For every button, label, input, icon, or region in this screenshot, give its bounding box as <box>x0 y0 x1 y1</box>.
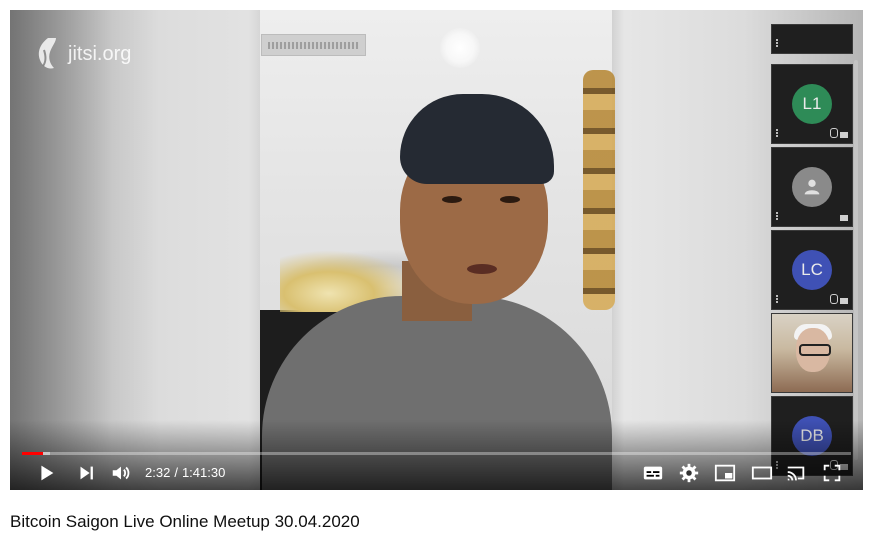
cast-icon <box>787 466 805 481</box>
subtitles-icon <box>643 466 663 480</box>
miniplayer-icon <box>714 464 736 482</box>
speaker-mouth <box>467 264 497 274</box>
participant-tile[interactable] <box>771 147 853 227</box>
video-player[interactable]: jitsi.org L1 LC 2:32 / 1:41:30 <box>10 10 863 490</box>
progress-fill <box>22 452 44 455</box>
theater-mode-button[interactable] <box>750 462 774 484</box>
participant-tile[interactable]: L1 <box>771 64 853 144</box>
play-icon <box>41 465 54 481</box>
settings-icon <box>679 463 699 483</box>
camera-off-icon <box>840 132 848 138</box>
tile-menu-icon[interactable] <box>776 39 778 47</box>
tile-menu-icon[interactable] <box>776 212 778 220</box>
jitsi-logo-icon <box>38 38 56 69</box>
volume-button[interactable] <box>109 462 133 484</box>
avatar: L1 <box>792 84 832 124</box>
air-vent <box>261 34 366 56</box>
speaker-eye-left <box>442 196 462 203</box>
tile-menu-icon[interactable] <box>776 295 778 303</box>
filmstrip-scrollbar[interactable] <box>854 60 858 460</box>
speaker-eye-right <box>500 196 520 203</box>
avatar: LC <box>792 250 832 290</box>
participant-tile[interactable]: LC <box>771 230 853 310</box>
miniplayer-button[interactable] <box>713 462 737 484</box>
current-time: 2:32 <box>145 465 171 480</box>
fullscreen-button[interactable] <box>821 462 843 484</box>
speaker-cap <box>400 94 554 184</box>
participant-glasses <box>799 344 831 356</box>
time-display: 2:32 / 1:41:30 <box>145 465 225 480</box>
jitsi-watermark: jitsi.org <box>34 36 131 72</box>
participant-tile-video[interactable] <box>771 313 853 393</box>
progress-bar[interactable] <box>22 452 851 455</box>
fullscreen-icon <box>823 464 841 482</box>
volume-icon <box>112 466 130 480</box>
time-separator: / <box>174 465 178 480</box>
mic-muted-icon <box>830 128 838 138</box>
duration: 1:41:30 <box>181 465 226 480</box>
cast-button[interactable] <box>784 462 808 484</box>
video-background-left <box>10 10 260 490</box>
next-button[interactable] <box>74 462 98 484</box>
mic-muted-icon <box>830 294 838 304</box>
camera-off-icon <box>840 215 848 221</box>
participant-tile-partial[interactable] <box>771 24 853 54</box>
jitsi-watermark-text: jitsi.org <box>68 42 132 65</box>
video-frame[interactable] <box>10 10 863 490</box>
person-icon <box>804 179 820 195</box>
avatar <box>792 167 832 207</box>
next-icon <box>80 466 93 480</box>
play-button[interactable] <box>34 462 58 484</box>
theater-icon <box>751 466 773 480</box>
video-title: Bitcoin Saigon Live Online Meetup 30.04.… <box>10 512 360 531</box>
settings-button[interactable] <box>678 462 700 484</box>
participant-filmstrip[interactable]: L1 LC DB <box>771 24 853 476</box>
tile-menu-icon[interactable] <box>776 129 778 137</box>
subtitles-button[interactable] <box>642 462 664 484</box>
ceiling-light <box>440 28 480 68</box>
camera-off-icon <box>840 298 848 304</box>
